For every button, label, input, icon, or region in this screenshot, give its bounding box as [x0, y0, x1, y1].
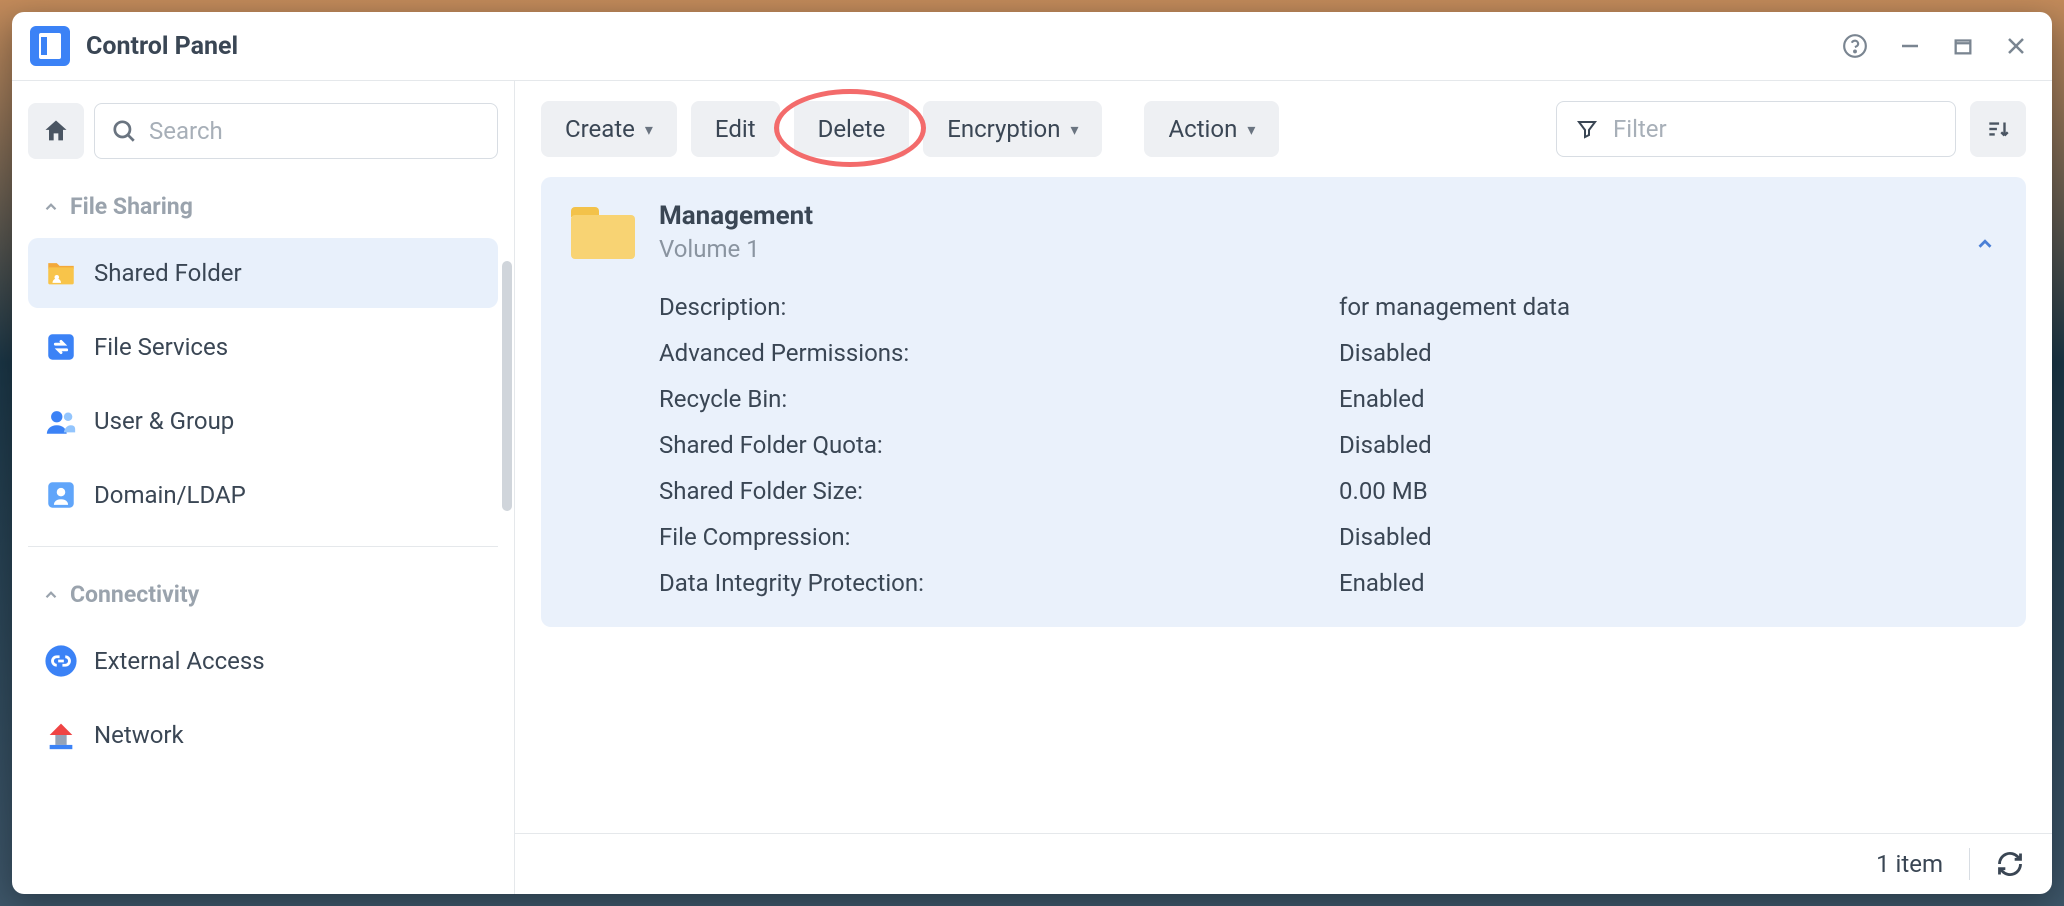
detail-value: Enabled — [1339, 385, 1996, 413]
detail-label: Shared Folder Quota: — [659, 431, 1339, 459]
detail-label: File Compression: — [659, 523, 1339, 551]
button-label: Create — [565, 115, 635, 143]
collapse-button[interactable] — [1974, 233, 1996, 255]
section-label: File Sharing — [70, 193, 193, 220]
search-input[interactable] — [149, 117, 481, 145]
button-label: Action — [1168, 115, 1237, 143]
help-icon[interactable] — [1842, 33, 1868, 59]
folder-icon — [571, 207, 635, 259]
main-area: Create ▾ Edit Delete Encryption ▾ — [515, 81, 2052, 894]
folder-name: Management — [659, 201, 1996, 231]
detail-value: for management data — [1339, 293, 1996, 321]
divider — [28, 546, 498, 547]
chevron-down-icon: ▾ — [1247, 120, 1255, 139]
chevron-up-icon — [42, 586, 60, 604]
detail-label: Recycle Bin: — [659, 385, 1339, 413]
detail-value: Enabled — [1339, 569, 1996, 597]
folder-details: Description: for management data Advance… — [659, 293, 1996, 597]
detail-label: Description: — [659, 293, 1339, 321]
statusbar: 1 item — [515, 833, 2052, 894]
sidebar-item-external-access[interactable]: External Access — [28, 626, 498, 696]
button-label: Edit — [715, 115, 756, 143]
sidebar-item-network[interactable]: Network — [28, 700, 498, 770]
users-icon — [44, 404, 78, 438]
section-connectivity[interactable]: Connectivity — [28, 563, 498, 622]
minimize-icon[interactable] — [1898, 34, 1922, 58]
toolbar: Create ▾ Edit Delete Encryption ▾ — [515, 81, 2052, 177]
sidebar-item-user-group[interactable]: User & Group — [28, 386, 498, 456]
sidebar-item-label: Domain/LDAP — [94, 481, 246, 509]
section-label: Connectivity — [70, 581, 199, 608]
button-label: Encryption — [947, 115, 1060, 143]
sort-button[interactable] — [1970, 101, 2026, 157]
detail-label: Advanced Permissions: — [659, 339, 1339, 367]
detail-value: Disabled — [1339, 339, 1996, 367]
sidebar: File Sharing Shared Folder File Services… — [12, 81, 515, 894]
card-icon — [44, 478, 78, 512]
network-icon — [44, 718, 78, 752]
control-panel-window: Control Panel — [12, 12, 2052, 894]
sidebar-item-label: Shared Folder — [94, 259, 242, 287]
divider — [1969, 848, 1970, 880]
create-button[interactable]: Create ▾ — [541, 101, 677, 157]
sidebar-item-shared-folder[interactable]: Shared Folder — [28, 238, 498, 308]
chevron-down-icon: ▾ — [1070, 120, 1078, 139]
detail-value: Disabled — [1339, 523, 1996, 551]
chevron-down-icon: ▾ — [645, 120, 653, 139]
delete-button[interactable]: Delete — [794, 101, 910, 157]
file-swap-icon — [44, 330, 78, 364]
scrollbar[interactable] — [502, 261, 512, 511]
sidebar-item-label: File Services — [94, 333, 228, 361]
sidebar-item-label: Network — [94, 721, 184, 749]
window-title: Control Panel — [86, 32, 238, 61]
filter-icon — [1575, 117, 1599, 141]
detail-label: Data Integrity Protection: — [659, 569, 1339, 597]
refresh-button[interactable] — [1996, 850, 2024, 878]
encryption-button[interactable]: Encryption ▾ — [923, 101, 1102, 157]
chevron-up-icon — [42, 198, 60, 216]
detail-value: Disabled — [1339, 431, 1996, 459]
home-button[interactable] — [28, 103, 84, 159]
search-icon — [111, 118, 137, 144]
app-icon — [30, 26, 70, 66]
edit-button[interactable]: Edit — [691, 101, 780, 157]
titlebar: Control Panel — [12, 12, 2052, 80]
content: Management Volume 1 Description: for man… — [515, 177, 2052, 833]
sidebar-search[interactable] — [94, 103, 498, 159]
filter-input[interactable] — [1613, 115, 1937, 143]
detail-value: 0.00 MB — [1339, 477, 1996, 505]
button-label: Delete — [818, 115, 886, 143]
section-file-sharing[interactable]: File Sharing — [28, 175, 498, 234]
maximize-icon[interactable] — [1952, 35, 1974, 57]
folder-volume: Volume 1 — [659, 235, 1996, 263]
sidebar-item-label: User & Group — [94, 407, 234, 435]
detail-label: Shared Folder Size: — [659, 477, 1339, 505]
sidebar-item-label: External Access — [94, 647, 265, 675]
link-icon — [44, 644, 78, 678]
folder-row[interactable]: Management Volume 1 Description: for man… — [541, 177, 2026, 627]
sidebar-item-domain-ldap[interactable]: Domain/LDAP — [28, 460, 498, 530]
window-controls — [1842, 33, 2028, 59]
close-icon[interactable] — [2004, 34, 2028, 58]
filter-box[interactable] — [1556, 101, 1956, 157]
folder-icon — [44, 256, 78, 290]
action-button[interactable]: Action ▾ — [1144, 101, 1279, 157]
sidebar-item-file-services[interactable]: File Services — [28, 312, 498, 382]
item-count: 1 item — [1876, 850, 1943, 878]
